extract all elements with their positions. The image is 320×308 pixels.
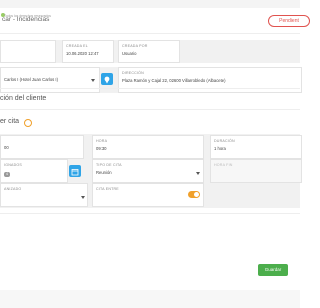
address-label: DIRECCIÓN	[122, 71, 144, 75]
created-by-label: CREADA POR	[122, 44, 148, 48]
divider	[0, 109, 300, 110]
end-hour-label: HORA FIN	[214, 163, 233, 167]
calendar-icon	[71, 169, 79, 176]
incident-modal: car - Incidencias Pendient CREADA EL 10.…	[0, 8, 310, 308]
divider	[0, 213, 300, 214]
toggle-knob	[194, 192, 199, 197]
toggle-section-icon[interactable]	[24, 119, 32, 127]
hour-value: 09:30	[96, 146, 107, 151]
created-by-value: Usuario	[122, 51, 137, 56]
address-value: Plaza Ramón y Cajal 22, 02600 Villarrobl…	[122, 78, 226, 83]
chevron-down-icon	[81, 196, 85, 199]
appointment-type-select[interactable]: TIPO DE CITA Reunión	[92, 159, 204, 183]
created-by-card: CREADA POR Usuario	[118, 40, 180, 63]
status-pill[interactable]: Pendient	[268, 15, 310, 27]
done-field: CITA ENTRE	[92, 183, 204, 207]
end-hour-field: HORA FIN	[210, 159, 302, 183]
location-pin-button[interactable]	[101, 73, 113, 85]
assigned-count-badge: 4	[4, 172, 10, 177]
date-field[interactable]: 00	[0, 135, 84, 159]
hour-field[interactable]: HORA 09:30	[92, 135, 204, 159]
save-button[interactable]: Guardar	[258, 264, 288, 276]
footer	[0, 290, 300, 308]
chevron-down-icon	[196, 172, 200, 175]
chevron-down-icon	[91, 79, 95, 82]
modal-header: car - Incidencias Pendient	[0, 8, 310, 34]
calendar-button[interactable]	[69, 165, 81, 177]
client-section-title: ción del cliente	[0, 95, 47, 102]
organized-select[interactable]: ANIZADO	[0, 183, 88, 207]
location-value: Carlos I (Hotel Juan Carlos I)	[4, 77, 58, 82]
assigned-label: IGNADOS	[4, 163, 22, 167]
id-card	[0, 40, 56, 63]
appointment-section-title: er cita	[0, 118, 20, 125]
duration-label: DURACIÓN	[214, 139, 235, 143]
duration-value: 1 hora	[214, 146, 226, 151]
divider	[0, 88, 300, 89]
app-top-bar	[0, 0, 300, 8]
duration-field[interactable]: DURACIÓN 1 hora	[210, 135, 302, 159]
hour-label: HORA	[96, 139, 108, 143]
map-pin-icon	[104, 76, 110, 84]
done-toggle[interactable]	[188, 191, 200, 198]
organized-label: ANIZADO	[4, 187, 22, 191]
assigned-field[interactable]: IGNADOS 4	[0, 159, 68, 183]
type-value: Reunión	[96, 170, 112, 175]
created-at-label: CREADA EL	[66, 44, 88, 48]
type-label: TIPO DE CITA	[96, 163, 122, 167]
footer-note: Todos los derechos reservados	[4, 14, 51, 18]
location-select[interactable]: Carlos I (Hotel Juan Carlos I)	[0, 67, 100, 93]
done-label: CITA ENTRE	[96, 187, 119, 191]
created-at-card: CREADA EL 10.06.2020 12:47	[62, 40, 114, 63]
address-card: DIRECCIÓN Plaza Ramón y Cajal 22, 02600 …	[118, 67, 302, 93]
date-value: 00	[4, 145, 9, 150]
created-at-value: 10.06.2020 12:47	[66, 51, 99, 56]
